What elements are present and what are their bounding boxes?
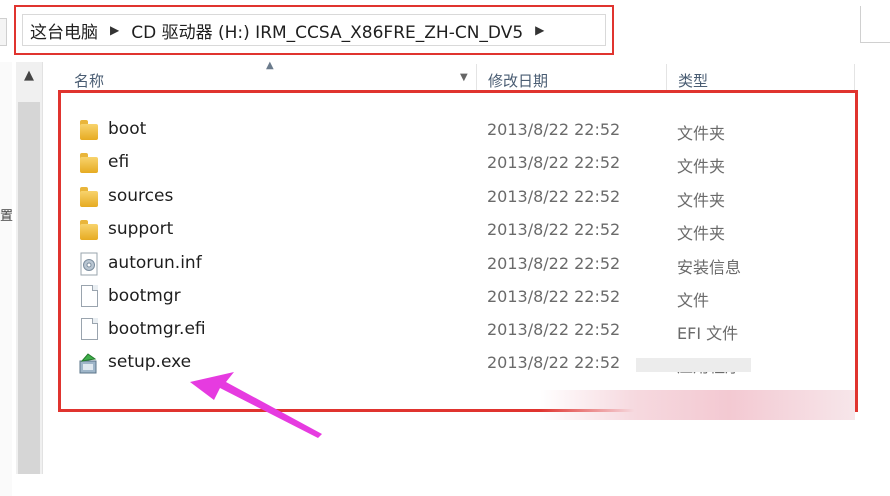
folder-icon [78,151,100,175]
file-type: 文件 [677,291,710,310]
scroll-up-icon[interactable]: ▲ [16,62,42,88]
folder-icon [78,118,100,142]
file-name: boot [108,119,147,139]
file-type: 文件夹 [677,124,726,143]
column-name[interactable]: 名称 [74,70,104,91]
scrollbar-thumb[interactable] [18,102,40,474]
file-name: autorun.inf [108,253,202,273]
file-name: setup.exe [108,352,192,372]
file-date: 2013/8/22 22:52 [487,220,621,239]
file-type: 文件夹 [677,191,726,210]
file-name: bootmgr.efi [108,319,206,339]
file-name: bootmgr [108,286,181,306]
address-dropdown-button[interactable] [860,6,890,43]
column-type[interactable]: 类型 [678,70,708,91]
file-type: EFI 文件 [677,324,739,343]
file-date: 2013/8/22 22:52 [487,287,621,306]
chevron-right-icon[interactable]: ▶ [535,23,544,37]
sort-ascending-icon: ▲ [266,60,274,71]
file-row-bootmgr-efi[interactable]: bootmgr.efi 2013/8/22 22:52 EFI 文件 [76,315,776,345]
file-row-autorun[interactable]: autorun.inf 2013/8/22 22:52 安装信息 [76,249,776,279]
chevron-down-icon[interactable]: ▼ [460,72,468,83]
address-bar[interactable]: 这台电脑 ▶ CD 驱动器 (H:) IRM_CCSA_X86FRE_ZH-CN… [14,5,614,55]
column-divider[interactable] [476,64,477,92]
file-type: 文件夹 [677,224,726,243]
watermark-fade [540,390,855,420]
address-bar-area: 这台电脑 ▶ CD 驱动器 (H:) IRM_CCSA_X86FRE_ZH-CN… [0,0,890,62]
file-row-support[interactable]: support 2013/8/22 22:52 文件夹 [76,215,776,245]
file-type: 文件夹 [677,157,726,176]
column-divider[interactable] [666,64,667,92]
folder-icon [78,185,100,209]
file-name: efi [108,152,130,172]
column-divider[interactable] [854,64,855,92]
file-icon [78,318,100,342]
back-button-edge[interactable] [0,18,7,46]
chevron-right-icon[interactable]: ▶ [110,23,119,37]
setup-info-icon [78,252,100,276]
annotation-arrow-icon [190,372,322,438]
file-name: sources [108,186,174,206]
file-row-sources[interactable]: sources 2013/8/22 22:52 文件夹 [76,182,776,212]
file-date: 2013/8/22 22:52 [487,120,621,139]
file-row-efi[interactable]: efi 2013/8/22 22:52 文件夹 [76,148,776,178]
file-row-boot[interactable]: boot 2013/8/22 22:52 文件夹 [76,115,776,145]
breadcrumb-cd-drive[interactable]: CD 驱动器 (H:) IRM_CCSA_X86FRE_ZH-CN_DV5 [131,18,523,43]
folder-icon [78,218,100,242]
file-date: 2013/8/22 22:52 [487,320,621,339]
file-type: 安装信息 [677,258,742,277]
navigation-pane: 置 [0,62,13,496]
file-icon [78,285,100,309]
navigation-pane-label[interactable]: 置 [0,205,13,224]
setup-exe-icon [78,351,100,375]
breadcrumb-this-pc[interactable]: 这台电脑 [30,18,98,43]
file-name: support [108,219,174,239]
horizontal-scrollbar-fragment [636,358,751,372]
file-row-bootmgr[interactable]: bootmgr 2013/8/22 22:52 文件 [76,282,776,312]
file-date: 2013/8/22 22:52 [487,187,621,206]
file-date: 2013/8/22 22:52 [487,153,621,172]
vertical-scrollbar[interactable]: ▲ [16,62,43,474]
file-date: 2013/8/22 22:52 [487,254,621,273]
file-date: 2013/8/22 22:52 [487,353,621,372]
column-date-modified[interactable]: 修改日期 [488,70,548,91]
